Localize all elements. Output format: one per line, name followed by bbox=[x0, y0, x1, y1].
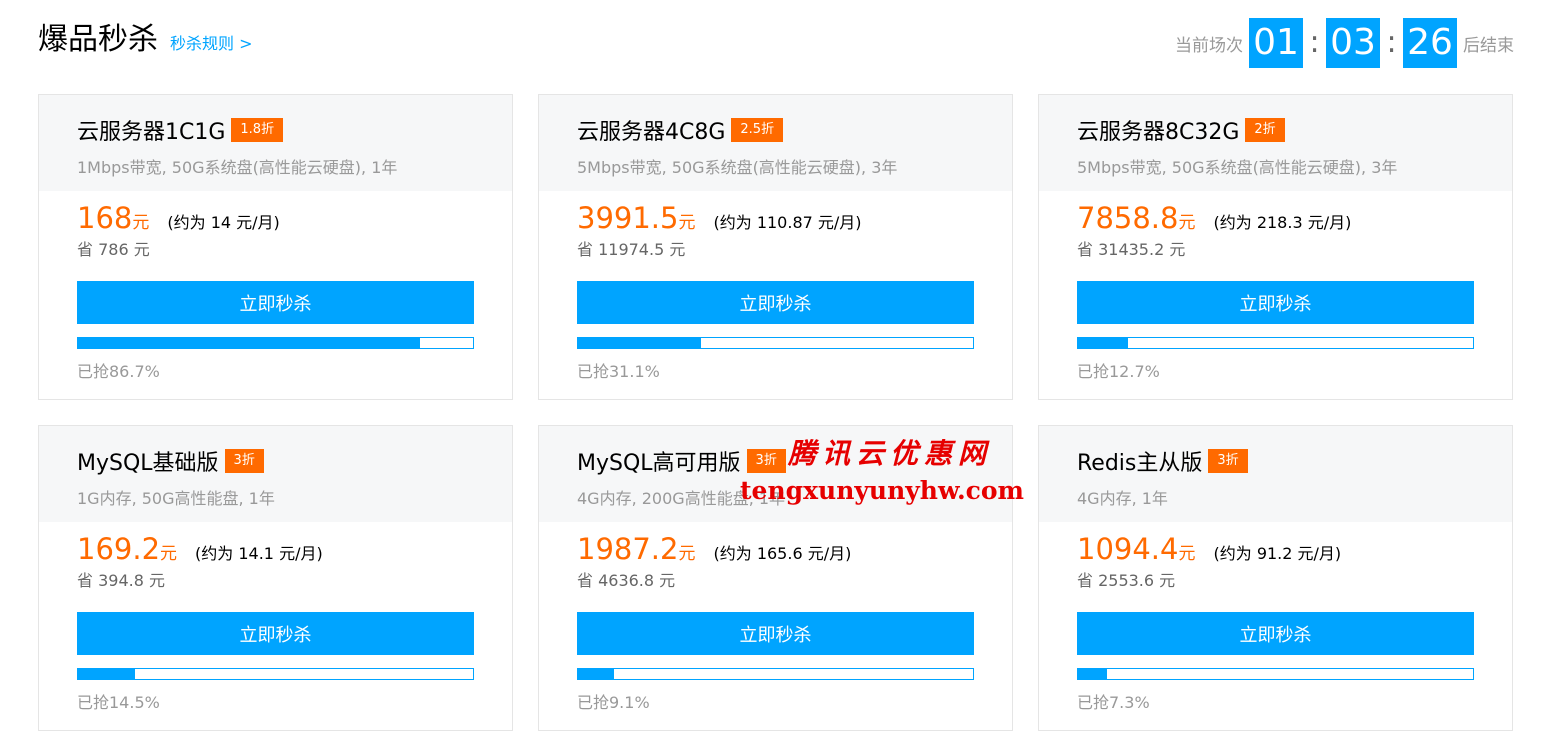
product-spec: 4G内存, 1年 bbox=[1077, 489, 1168, 508]
countdown-separator: : bbox=[1386, 25, 1397, 60]
price: 3991.5元 bbox=[577, 201, 696, 235]
product-spec: 1G内存, 50G高性能盘, 1年 bbox=[77, 489, 275, 508]
card-header: MySQL基础版 3折 1G内存, 50G高性能盘, 1年 bbox=[39, 426, 512, 522]
card-header: 云服务器4C8G 2.5折 5Mbps带宽, 50G系统盘(高性能云硬盘), 3… bbox=[539, 95, 1012, 191]
sold-progress-fill bbox=[578, 669, 614, 679]
sold-progress-fill bbox=[78, 669, 136, 679]
product-card: 云服务器4C8G 2.5折 5Mbps带宽, 50G系统盘(高性能云硬盘), 3… bbox=[538, 94, 1013, 400]
monthly-price: (约为 218.3 元/月) bbox=[1213, 213, 1352, 232]
card-header: 云服务器8C32G 2折 5Mbps带宽, 50G系统盘(高性能云硬盘), 3年 bbox=[1039, 95, 1512, 191]
monthly-price: (约为 165.6 元/月) bbox=[713, 544, 852, 563]
monthly-price: (约为 91.2 元/月) bbox=[1213, 544, 1342, 563]
sold-percentage: 已抢86.7% bbox=[77, 362, 160, 381]
product-card: 云服务器8C32G 2折 5Mbps带宽, 50G系统盘(高性能云硬盘), 3年… bbox=[1038, 94, 1513, 400]
price-unit: 元 bbox=[1178, 544, 1196, 564]
card-header: Redis主从版 3折 4G内存, 1年 bbox=[1039, 426, 1512, 522]
countdown-timer: 当前场次 01 : 03 : 26 后结束 bbox=[1175, 18, 1514, 68]
sold-percentage: 已抢7.3% bbox=[1077, 693, 1150, 712]
sold-progress-fill bbox=[1078, 669, 1107, 679]
discount-badge: 2折 bbox=[1245, 118, 1285, 142]
sold-progress-bar bbox=[77, 337, 474, 349]
card-header: MySQL高可用版 3折 4G内存, 200G高性能盘, 1年 bbox=[539, 426, 1012, 522]
discount-badge: 3折 bbox=[224, 449, 264, 473]
discount-badge: 3折 bbox=[1208, 449, 1248, 473]
product-spec: 4G内存, 200G高性能盘, 1年 bbox=[577, 489, 786, 508]
countdown-seconds: 26 bbox=[1403, 18, 1457, 68]
price-unit: 元 bbox=[132, 213, 150, 233]
price: 1094.4元 bbox=[1077, 532, 1196, 566]
sold-progress-fill bbox=[78, 338, 421, 348]
price-unit: 元 bbox=[678, 544, 696, 564]
buy-now-button[interactable]: 立即秒杀 bbox=[77, 612, 474, 655]
sold-progress-bar bbox=[577, 668, 974, 680]
sold-percentage: 已抢31.1% bbox=[577, 362, 660, 381]
product-name: 云服务器1C1G bbox=[77, 120, 226, 145]
buy-now-button[interactable]: 立即秒杀 bbox=[577, 612, 974, 655]
product-spec: 5Mbps带宽, 50G系统盘(高性能云硬盘), 3年 bbox=[1077, 158, 1398, 177]
monthly-price: (约为 14 元/月) bbox=[167, 213, 280, 232]
product-name: MySQL高可用版 bbox=[577, 451, 741, 476]
discount-badge: 3折 bbox=[746, 449, 786, 473]
sold-progress-bar bbox=[577, 337, 974, 349]
buy-now-button[interactable]: 立即秒杀 bbox=[1077, 281, 1474, 324]
card-header: 云服务器1C1G 1.8折 1Mbps带宽, 50G系统盘(高性能云硬盘), 1… bbox=[39, 95, 512, 191]
product-name: Redis主从版 bbox=[1077, 451, 1203, 476]
countdown-minutes: 03 bbox=[1326, 18, 1380, 68]
savings-text: 省 11974.5 元 bbox=[577, 240, 686, 259]
sold-progress-fill bbox=[1078, 338, 1129, 348]
savings-text: 省 2553.6 元 bbox=[1077, 571, 1176, 590]
product-card: Redis主从版 3折 4G内存, 1年 1094.4元 (约为 91.2 元/… bbox=[1038, 425, 1513, 731]
price-unit: 元 bbox=[1178, 213, 1196, 233]
savings-text: 省 786 元 bbox=[77, 240, 150, 259]
product-name: 云服务器8C32G bbox=[1077, 120, 1240, 145]
buy-now-button[interactable]: 立即秒杀 bbox=[1077, 612, 1474, 655]
sold-progress-bar bbox=[1077, 668, 1474, 680]
product-spec: 5Mbps带宽, 50G系统盘(高性能云硬盘), 3年 bbox=[577, 158, 898, 177]
price: 168元 bbox=[77, 201, 150, 235]
product-name: 云服务器4C8G bbox=[577, 120, 726, 145]
sold-progress-bar bbox=[1077, 337, 1474, 349]
page-title: 爆品秒杀 bbox=[38, 22, 158, 57]
sold-percentage: 已抢9.1% bbox=[577, 693, 650, 712]
buy-now-button[interactable]: 立即秒杀 bbox=[577, 281, 974, 324]
countdown-prefix: 当前场次 bbox=[1175, 35, 1243, 56]
countdown-suffix: 后结束 bbox=[1463, 35, 1514, 56]
product-card: MySQL基础版 3折 1G内存, 50G高性能盘, 1年 169.2元 (约为… bbox=[38, 425, 513, 731]
savings-text: 省 31435.2 元 bbox=[1077, 240, 1186, 259]
countdown-separator: : bbox=[1309, 25, 1320, 60]
product-spec: 1Mbps带宽, 50G系统盘(高性能云硬盘), 1年 bbox=[77, 158, 398, 177]
discount-badge: 2.5折 bbox=[731, 118, 784, 142]
product-grid: 云服务器1C1G 1.8折 1Mbps带宽, 50G系统盘(高性能云硬盘), 1… bbox=[38, 94, 1513, 731]
monthly-price: (约为 110.87 元/月) bbox=[713, 213, 862, 232]
sold-percentage: 已抢14.5% bbox=[77, 693, 160, 712]
sold-percentage: 已抢12.7% bbox=[1077, 362, 1160, 381]
discount-badge: 1.8折 bbox=[231, 118, 284, 142]
buy-now-button[interactable]: 立即秒杀 bbox=[77, 281, 474, 324]
price: 169.2元 bbox=[77, 532, 178, 566]
sold-progress-fill bbox=[578, 338, 701, 348]
price: 1987.2元 bbox=[577, 532, 696, 566]
product-card: 云服务器1C1G 1.8折 1Mbps带宽, 50G系统盘(高性能云硬盘), 1… bbox=[38, 94, 513, 400]
product-name: MySQL基础版 bbox=[77, 451, 219, 476]
price-unit: 元 bbox=[160, 544, 178, 564]
flash-sale-rules-link[interactable]: 秒杀规则 > bbox=[170, 33, 253, 55]
product-card: MySQL高可用版 3折 4G内存, 200G高性能盘, 1年 1987.2元 … bbox=[538, 425, 1013, 731]
price-unit: 元 bbox=[678, 213, 696, 233]
countdown-hours: 01 bbox=[1249, 18, 1303, 68]
monthly-price: (约为 14.1 元/月) bbox=[195, 544, 323, 563]
page-header: 爆品秒杀 秒杀规则 > 当前场次 01 : 03 : 26 后结束 bbox=[0, 0, 1551, 90]
savings-text: 省 4636.8 元 bbox=[577, 571, 676, 590]
price: 7858.8元 bbox=[1077, 201, 1196, 235]
savings-text: 省 394.8 元 bbox=[77, 571, 165, 590]
sold-progress-bar bbox=[77, 668, 474, 680]
